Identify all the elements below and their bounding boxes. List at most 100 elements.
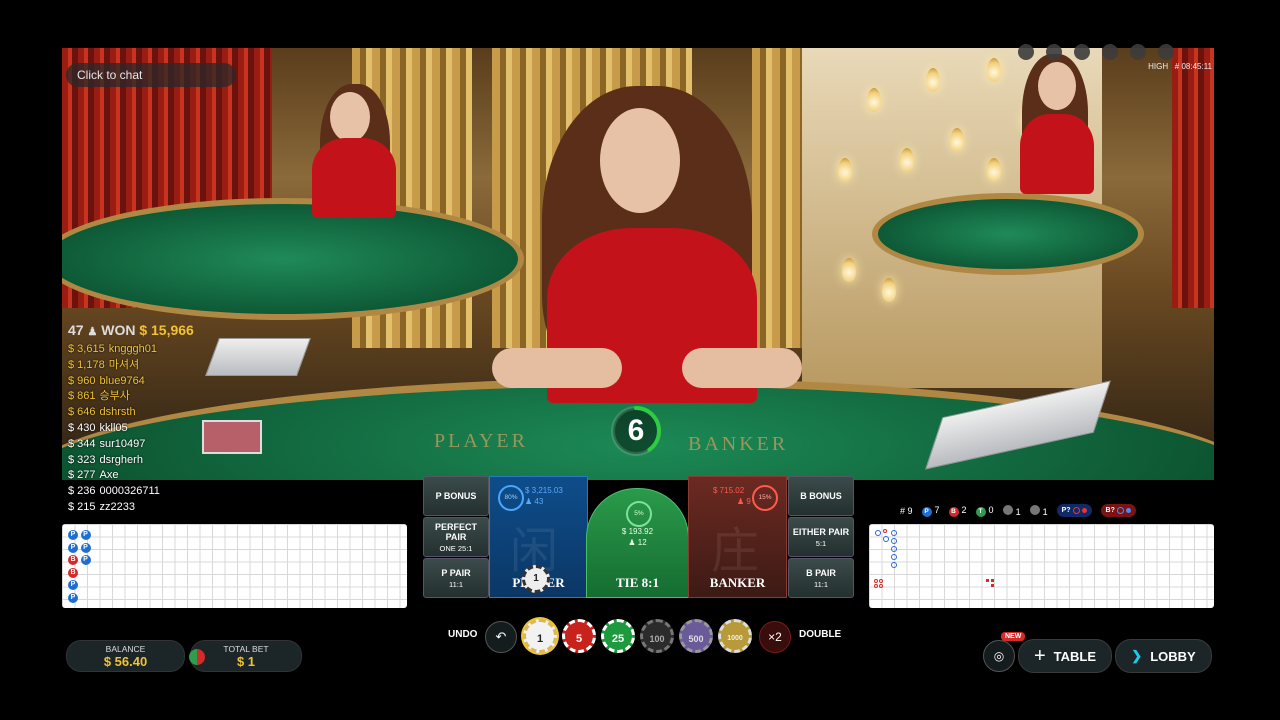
red-curtain-right: [1172, 48, 1214, 308]
table-label: TABLE: [1053, 648, 1097, 664]
timer-seconds: 6: [627, 414, 645, 447]
discard-tray: [202, 420, 262, 454]
balance-display: BALANCE $ 56.40: [66, 640, 185, 672]
player-bettors: ♟ 43: [525, 497, 544, 506]
prediction-ring-icon: [1116, 507, 1124, 514]
either-pair-bet[interactable]: EITHER PAIR 5:1: [788, 517, 854, 557]
winner-name: dsrgherh: [99, 453, 143, 466]
player-prediction-button[interactable]: P?: [1056, 504, 1092, 517]
winner-amount: $ 236: [68, 485, 96, 498]
road-mark-banker: [879, 579, 883, 583]
chip-rack-button[interactable]: ◎: [983, 640, 1015, 672]
balance-value: $ 56.40: [103, 654, 148, 669]
winner-amount: $ 861: [68, 390, 96, 403]
winner-row: $ 344 sur10497: [68, 437, 194, 453]
lobby-label: LOBBY: [1150, 648, 1196, 664]
bead-player: P: [68, 542, 78, 553]
chat-toggle-icon[interactable]: [1018, 44, 1034, 60]
b-bonus-bet[interactable]: B BONUS: [788, 476, 854, 516]
chip-500[interactable]: 500: [679, 619, 713, 653]
total-bet-label: TOTAL BET: [223, 644, 269, 654]
main-dealer-face: [600, 108, 680, 213]
double-button[interactable]: ×2: [759, 621, 791, 653]
chat-input[interactable]: Click to chat: [66, 63, 236, 87]
chip-stack-icon: [189, 649, 205, 665]
tie-bettors: ♟ 12: [628, 538, 647, 547]
table-button[interactable]: + TABLE: [1018, 639, 1112, 673]
chip-1[interactable]: 1: [523, 619, 557, 653]
banker-bettors: ♟ 9: [737, 497, 751, 506]
undo-label[interactable]: UNDO: [448, 629, 477, 640]
big-road[interactable]: [869, 524, 1214, 608]
banker-label: BANKER: [709, 575, 766, 590]
winner-row: $ 430 kkll05: [68, 421, 194, 437]
lobby-button[interactable]: ❯ LOBBY: [1115, 639, 1212, 673]
player-bet-spot[interactable]: 80% $ 3,215.03 ♟ 43 闲 PLAYER 1: [489, 476, 588, 598]
banker-icon: B: [948, 506, 959, 517]
background-table-left: [62, 198, 524, 320]
road-mark-banker: [986, 579, 989, 582]
help-icon[interactable]: [1130, 44, 1146, 60]
chip-100[interactable]: 100: [640, 619, 674, 653]
bead-player: P: [80, 555, 91, 565]
undo-icon: ↶: [495, 629, 507, 644]
winner-amount: $ 344: [68, 437, 96, 450]
winner-row: $ 323 dsrgherh: [68, 453, 194, 469]
winner-amount: $ 1,178: [68, 358, 105, 371]
player-prediction-label: P?: [1061, 507, 1071, 514]
road-mark-banker: [991, 584, 994, 587]
b-pair-bet[interactable]: B PAIR 11:1: [788, 558, 854, 598]
winner-name: kngggh01: [108, 343, 158, 355]
wall-lamp: [950, 128, 964, 152]
winner-name: dshrsth: [99, 406, 136, 419]
settings-icon[interactable]: [1102, 44, 1118, 60]
winner-name: kkll05: [99, 421, 128, 434]
chip-1000[interactable]: 1000: [718, 619, 752, 653]
bead-player: P: [80, 530, 91, 540]
winner-row: $ 3,615 kngggh01: [68, 342, 194, 358]
wall-lamp: [838, 158, 852, 182]
bead-banker: B: [68, 567, 78, 578]
sound-icon[interactable]: [1074, 44, 1090, 60]
dealer-left-dress: [312, 138, 396, 218]
player-pair-icon: [1002, 504, 1013, 515]
double-label[interactable]: DOUBLE: [799, 629, 841, 640]
bead-banker: B: [68, 555, 78, 565]
winner-row: $ 236 0000326711: [68, 484, 194, 500]
close-icon[interactable]: [1158, 44, 1174, 60]
tie-bettors-count: 12: [637, 538, 647, 547]
winner-amount: $ 3,615: [68, 343, 105, 355]
tie-percent: 5%: [626, 501, 652, 527]
winner-row: $ 960 blue9764: [68, 374, 194, 390]
p-pair-odds: 11:1: [448, 579, 464, 589]
felt-banker-word: BANKER: [688, 433, 789, 455]
banker-percent: 15%: [752, 485, 778, 511]
chip-5[interactable]: 5: [562, 619, 596, 653]
road-mark-player: [891, 530, 897, 536]
either-pair-odds: 5:1: [815, 538, 827, 548]
road-mark-banker: [874, 584, 878, 588]
winner-name: 0000326711: [99, 485, 160, 498]
road-mark-player: [891, 562, 897, 568]
p-bonus-bet[interactable]: P BONUS: [423, 476, 489, 516]
perfect-pair-bet[interactable]: PERFECT PAIR ONE 25:1: [423, 517, 489, 557]
felt-player-word: PLAYER: [434, 430, 528, 452]
banker-pairs-count: 1: [1042, 506, 1048, 517]
won-total: $ 15,966: [139, 322, 194, 338]
undo-button[interactable]: ↶: [485, 621, 517, 653]
road-mark-player: [875, 530, 881, 536]
p-pair-bet[interactable]: P PAIR 11:1: [423, 558, 489, 598]
winner-amount: $ 960: [68, 374, 96, 387]
chip-25[interactable]: 25: [601, 619, 635, 653]
stream-quality: HIGH: [1148, 62, 1169, 71]
main-dealer-arm: [492, 348, 622, 388]
winner-amount: $ 323: [68, 453, 96, 466]
banker-prediction-button[interactable]: B?: [1100, 504, 1136, 517]
tie-bet-spot[interactable]: 5% $ 193.92 ♟ 12 TIE 8:1: [586, 488, 689, 598]
player-watermark-glyph: 闲: [510, 523, 559, 579]
video-icon[interactable]: [1046, 44, 1062, 60]
winner-amount: $ 430: [68, 421, 96, 434]
bead-road[interactable]: PPPPBPBPP: [62, 524, 407, 608]
tie-label: TIE 8:1: [616, 575, 659, 590]
banker-bet-spot[interactable]: 15% $ 715.02 ♟ 9 庄 BANKER: [688, 476, 787, 598]
